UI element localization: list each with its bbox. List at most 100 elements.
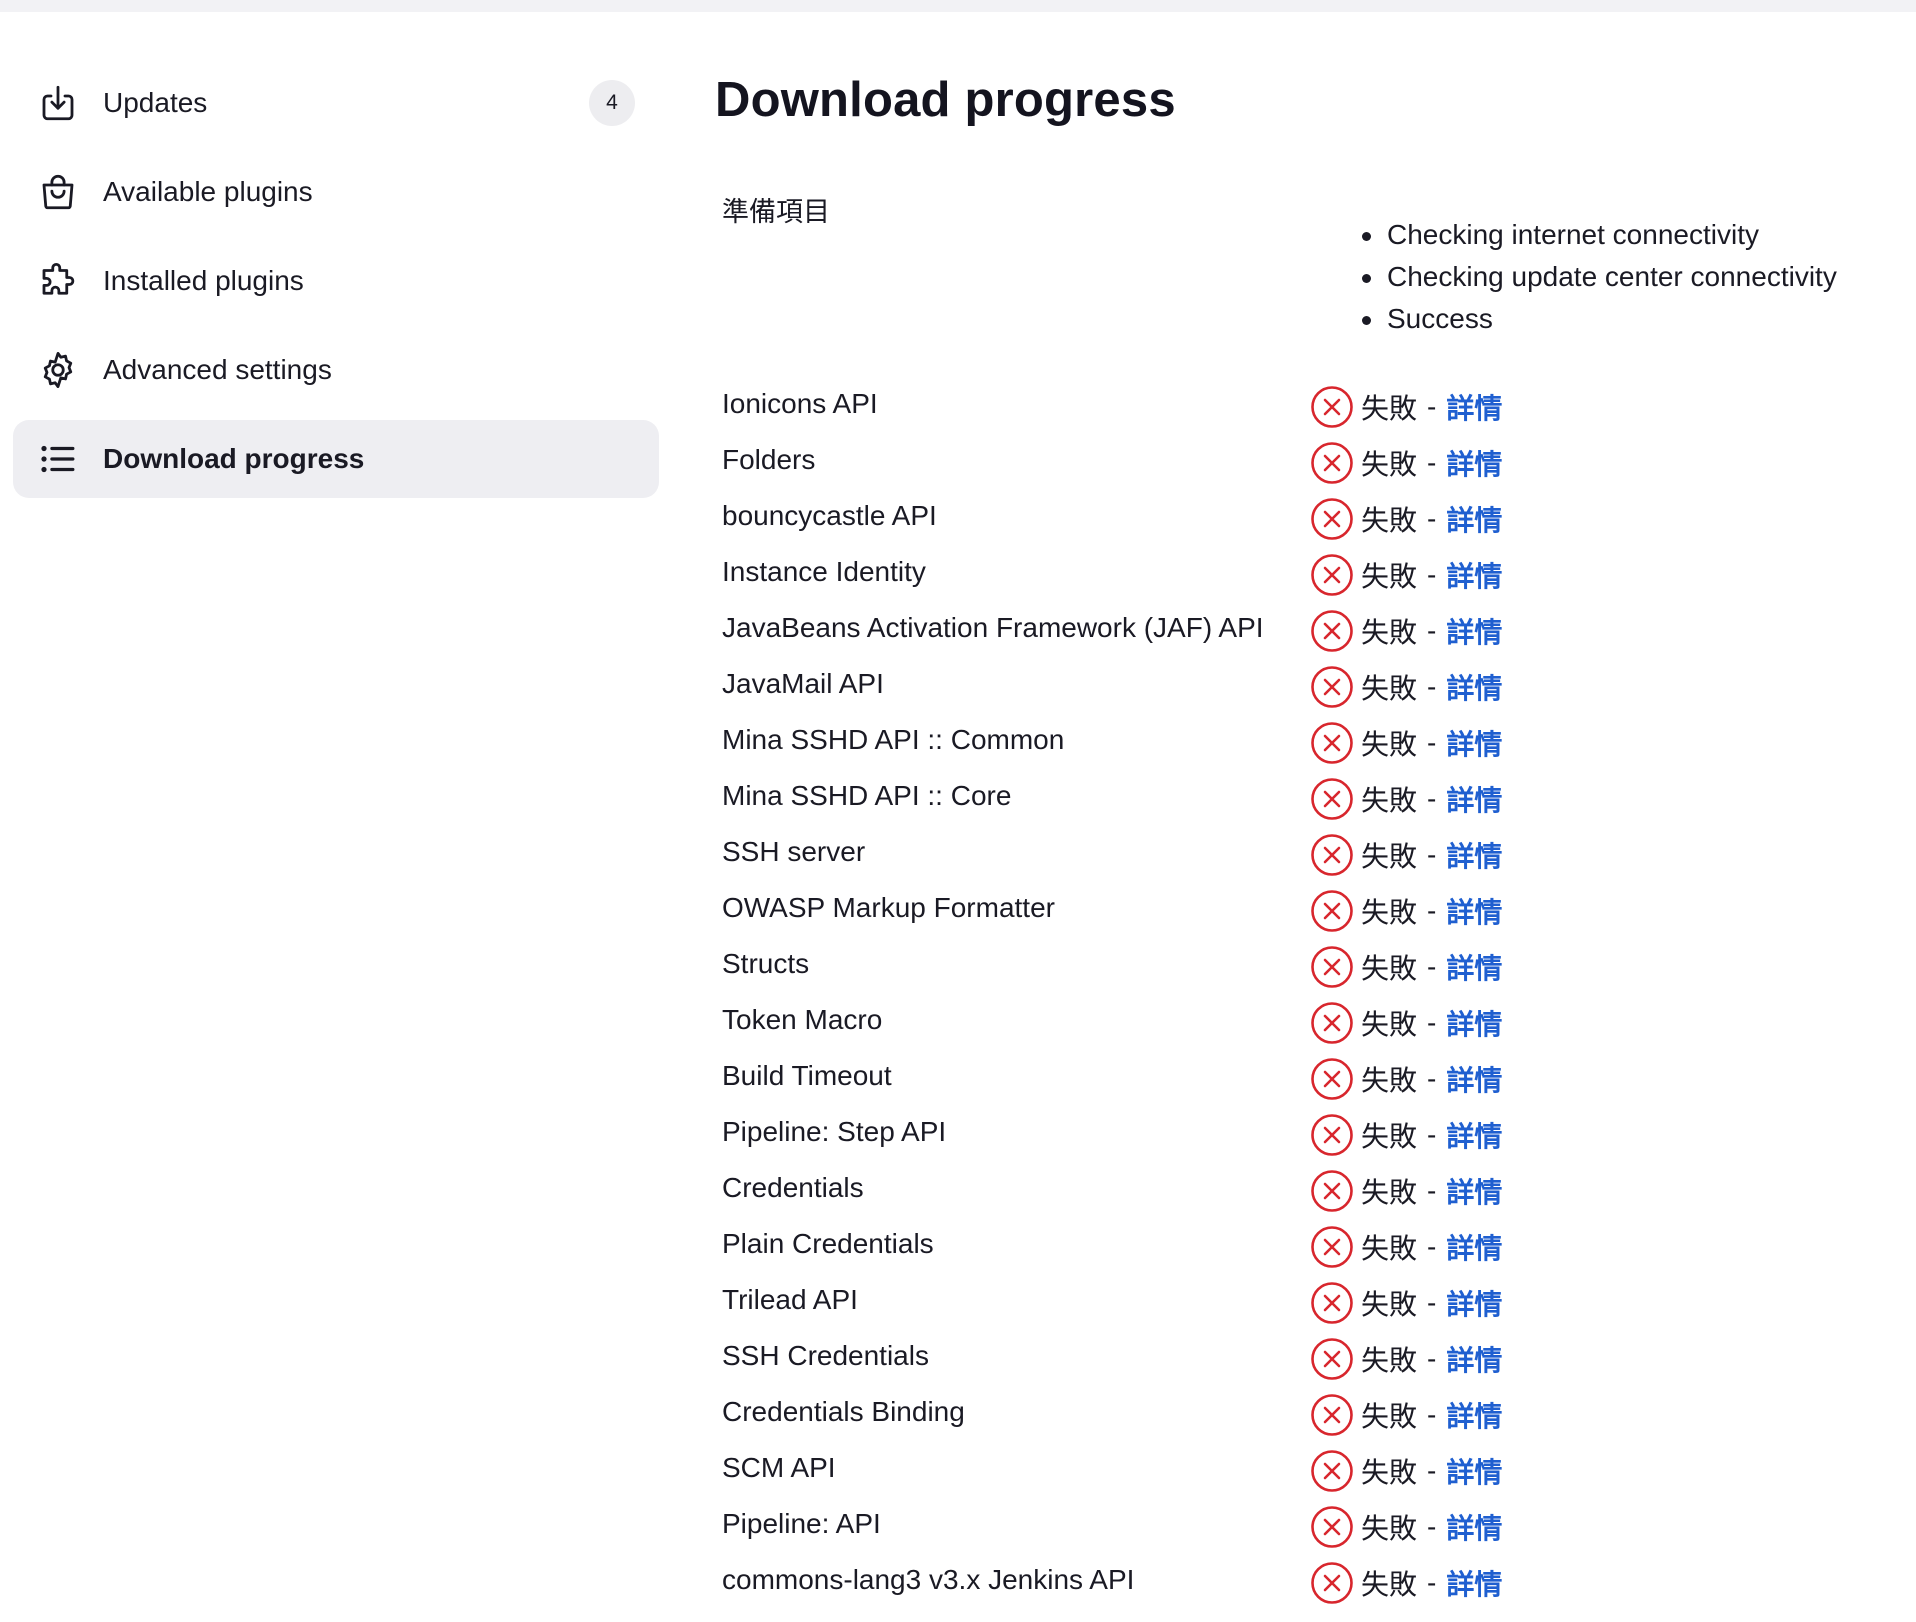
sidebar-item-available-plugins[interactable]: Available plugins [13, 153, 659, 231]
sidebar-item-advanced-settings[interactable]: Advanced settings [13, 331, 659, 409]
error-circle-icon [1309, 888, 1355, 934]
plugin-status: 失敗 - 詳情 [1309, 435, 1502, 491]
details-link[interactable]: 詳情 [1446, 1283, 1502, 1323]
error-circle-icon [1309, 1504, 1355, 1550]
error-circle-icon [1309, 1448, 1355, 1494]
plugin-status: 失敗 - 詳情 [1309, 1275, 1502, 1331]
plugin-name: Token Macro [722, 1004, 883, 1035]
error-circle-icon [1309, 1336, 1355, 1382]
plugin-name: Folders [722, 444, 816, 475]
plugin-status: 失敗 - 詳情 [1309, 939, 1502, 995]
plugin-name: commons-lang3 v3.x Jenkins API [722, 1564, 1135, 1595]
preparation-label: 準備項目 [722, 197, 830, 227]
plugin-row: SCM API 失敗 - 詳情 [722, 1446, 1722, 1502]
preparation-steps: Checking internet connectivity Checking … [1360, 214, 1837, 340]
error-circle-icon [1309, 1168, 1355, 1214]
status-separator: - [1427, 1567, 1437, 1598]
plugin-row: Credentials 失敗 - 詳情 [722, 1166, 1722, 1222]
status-separator: - [1427, 783, 1437, 814]
details-link[interactable]: 詳情 [1446, 387, 1502, 427]
plugin-status: 失敗 - 詳情 [1309, 715, 1502, 771]
preparation-step: Checking update center connectivity [1360, 256, 1837, 298]
plugin-row: Ionicons API 失敗 - 詳情 [722, 382, 1722, 438]
details-link[interactable]: 詳情 [1446, 1339, 1502, 1379]
plugin-status: 失敗 - 詳情 [1309, 827, 1502, 883]
status-text: 失敗 [1361, 953, 1418, 984]
status-text: 失敗 [1361, 1513, 1418, 1544]
plugin-name: JavaMail API [722, 668, 884, 699]
details-link[interactable]: 詳情 [1446, 1171, 1502, 1211]
details-link[interactable]: 詳情 [1446, 1227, 1502, 1267]
error-circle-icon [1309, 1224, 1355, 1270]
status-separator: - [1427, 559, 1437, 590]
preparation-section: 準備項目 Checking internet connectivity Chec… [715, 190, 1895, 360]
plugin-status: 失敗 - 詳情 [1309, 1051, 1502, 1107]
details-link[interactable]: 詳情 [1446, 779, 1502, 819]
error-circle-icon [1309, 1000, 1355, 1046]
sidebar-item-label: Updates [103, 87, 208, 118]
status-text: 失敗 [1361, 897, 1418, 928]
gear-icon [37, 349, 79, 391]
plugin-row: JavaBeans Activation Framework (JAF) API… [722, 606, 1722, 662]
details-link[interactable]: 詳情 [1446, 947, 1502, 987]
error-circle-icon [1309, 496, 1355, 542]
status-separator: - [1427, 1511, 1437, 1542]
details-link[interactable]: 詳情 [1446, 443, 1502, 483]
plugin-name: Instance Identity [722, 556, 926, 587]
plugin-name: Pipeline: API [722, 1508, 881, 1539]
details-link[interactable]: 詳情 [1446, 1059, 1502, 1099]
sidebar-item-download-progress[interactable]: Download progress [13, 420, 659, 498]
plugin-status: 失敗 - 詳情 [1309, 1219, 1502, 1275]
main-content: Download progress 準備項目 Checking internet… [715, 60, 1895, 1604]
error-circle-icon [1309, 384, 1355, 430]
status-separator: - [1427, 391, 1437, 422]
plugin-row: JavaMail API 失敗 - 詳情 [722, 662, 1722, 718]
status-separator: - [1427, 671, 1437, 702]
puzzle-icon [37, 260, 79, 302]
status-text: 失敗 [1361, 1121, 1418, 1152]
status-separator: - [1427, 1119, 1437, 1150]
plugin-status: 失敗 - 詳情 [1309, 379, 1502, 435]
plugin-status: 失敗 - 詳情 [1309, 603, 1502, 659]
plugin-row: Structs 失敗 - 詳情 [722, 942, 1722, 998]
sidebar-item-installed-plugins[interactable]: Installed plugins [13, 242, 659, 320]
status-text: 失敗 [1361, 561, 1418, 592]
status-text: 失敗 [1361, 617, 1418, 648]
plugin-name: OWASP Markup Formatter [722, 892, 1055, 923]
details-link[interactable]: 詳情 [1446, 723, 1502, 763]
details-link[interactable]: 詳情 [1446, 1563, 1502, 1603]
status-separator: - [1427, 839, 1437, 870]
details-link[interactable]: 詳情 [1446, 1395, 1502, 1435]
error-circle-icon [1309, 608, 1355, 654]
sidebar-item-label: Available plugins [103, 176, 313, 207]
sidebar: Updates 4 Available plugins Installed pl… [13, 64, 659, 509]
error-circle-icon [1309, 552, 1355, 598]
details-link[interactable]: 詳情 [1446, 1003, 1502, 1043]
plugin-name: Mina SSHD API :: Common [722, 724, 1065, 755]
plugin-row: commons-lang3 v3.x Jenkins API 失敗 - 詳情 [722, 1558, 1722, 1614]
sidebar-item-updates[interactable]: Updates 4 [13, 64, 659, 142]
plugin-name: SSH server [722, 836, 866, 867]
top-bar [0, 0, 1916, 12]
sidebar-item-label: Installed plugins [103, 265, 304, 296]
details-link[interactable]: 詳情 [1446, 611, 1502, 651]
error-circle-icon [1309, 1112, 1355, 1158]
details-link[interactable]: 詳情 [1446, 835, 1502, 875]
download-icon [37, 82, 79, 124]
plugin-row: Token Macro 失敗 - 詳情 [722, 998, 1722, 1054]
details-link[interactable]: 詳情 [1446, 1115, 1502, 1155]
details-link[interactable]: 詳情 [1446, 667, 1502, 707]
status-text: 失敗 [1361, 505, 1418, 536]
plugin-row: Build Timeout 失敗 - 詳情 [722, 1054, 1722, 1110]
details-link[interactable]: 詳情 [1446, 499, 1502, 539]
details-link[interactable]: 詳情 [1446, 1451, 1502, 1491]
plugin-name: Ionicons API [722, 388, 878, 419]
status-text: 失敗 [1361, 1345, 1418, 1376]
status-separator: - [1427, 1231, 1437, 1262]
plugin-row: Pipeline: API 失敗 - 詳情 [722, 1502, 1722, 1558]
details-link[interactable]: 詳情 [1446, 1507, 1502, 1547]
details-link[interactable]: 詳情 [1446, 555, 1502, 595]
details-link[interactable]: 詳情 [1446, 891, 1502, 931]
plugin-status: 失敗 - 詳情 [1309, 995, 1502, 1051]
plugin-row: Mina SSHD API :: Common 失敗 - 詳情 [722, 718, 1722, 774]
